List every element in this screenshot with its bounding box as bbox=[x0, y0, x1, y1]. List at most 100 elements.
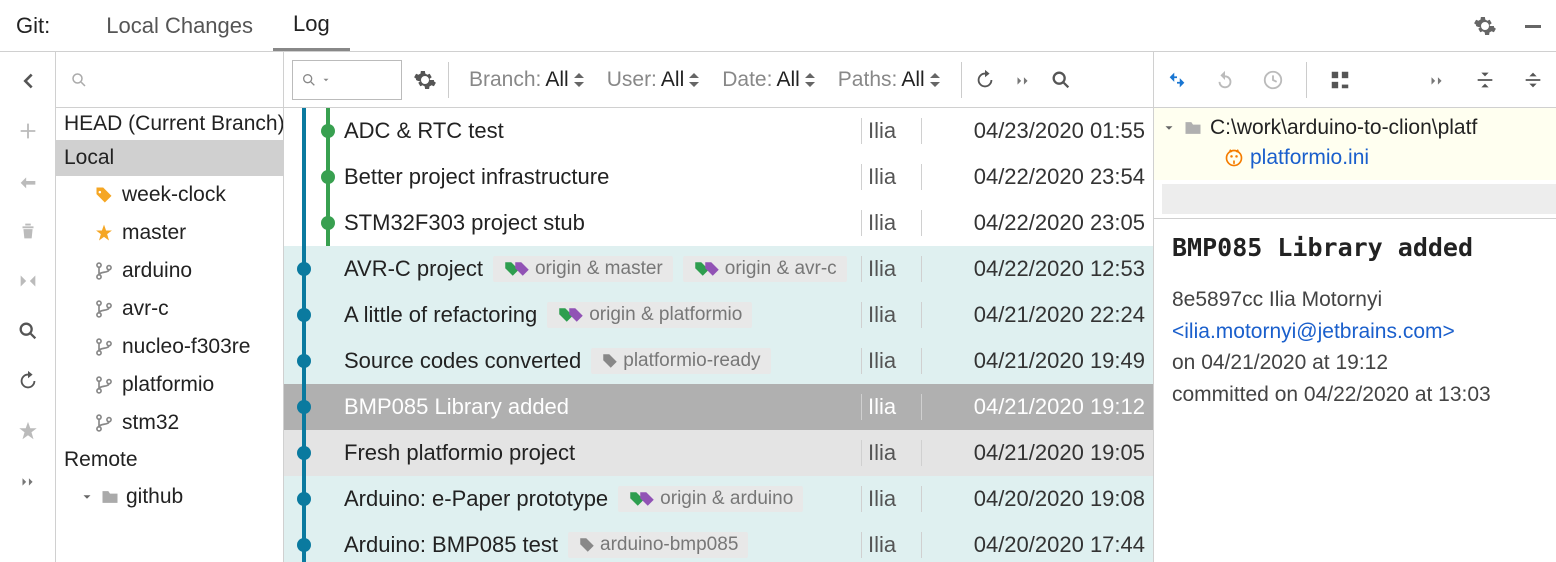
branch-group-local[interactable]: Local bbox=[56, 140, 283, 176]
more-icon[interactable] bbox=[13, 466, 43, 496]
commit-row[interactable]: A little of refactoring origin & platfor… bbox=[284, 292, 1153, 338]
branch-head[interactable]: HEAD (Current Branch) bbox=[56, 108, 283, 140]
git-label: Git: bbox=[16, 13, 50, 39]
tree-file[interactable]: platformio.ini bbox=[1162, 142, 1548, 174]
minimize-icon[interactable] bbox=[1518, 11, 1548, 41]
graph-col bbox=[284, 200, 344, 246]
branch-name: master bbox=[122, 221, 186, 245]
platformio-icon bbox=[1224, 148, 1244, 168]
commit-date: 04/20/2020 19:08 bbox=[921, 486, 1145, 512]
commit-msg: BMP085 Library added bbox=[344, 394, 861, 420]
add-icon[interactable] bbox=[13, 116, 43, 146]
branch-item-arduino[interactable]: arduino bbox=[56, 252, 283, 290]
group-icon[interactable] bbox=[1325, 65, 1355, 95]
branch-item-stm32[interactable]: stm32 bbox=[56, 404, 283, 442]
commit-row[interactable]: Better project infrastructureIlia04/22/2… bbox=[284, 154, 1153, 200]
branch-icon bbox=[94, 413, 114, 433]
branch-icon bbox=[94, 261, 114, 281]
branch-item-platformio[interactable]: platformio bbox=[56, 366, 283, 404]
commit-author: Ilia bbox=[861, 348, 921, 374]
expand-icon[interactable] bbox=[1470, 65, 1500, 95]
ref-tag[interactable]: origin & avr-c bbox=[683, 256, 847, 282]
commit-row[interactable]: STM32F303 project stubIlia04/22/2020 23:… bbox=[284, 200, 1153, 246]
details-toolbar bbox=[1154, 52, 1556, 108]
find-icon[interactable] bbox=[1046, 65, 1076, 95]
top-right bbox=[1470, 11, 1548, 41]
tree-folder-root[interactable]: C:\work\arduino-to-clion\platf bbox=[1162, 114, 1548, 142]
compare-icon[interactable] bbox=[1162, 65, 1192, 95]
chevron-down-icon bbox=[1162, 121, 1176, 135]
graph-col bbox=[284, 522, 344, 562]
scrollbar-track[interactable] bbox=[1162, 184, 1556, 214]
branch-item-master[interactable]: master bbox=[56, 214, 283, 252]
log-gear-icon[interactable] bbox=[410, 65, 440, 95]
commit-author: Ilia bbox=[861, 302, 921, 328]
tab-log[interactable]: Log bbox=[273, 0, 350, 51]
commit-row[interactable]: BMP085 Library addedIlia04/21/2020 19:12 bbox=[284, 384, 1153, 430]
log-search-input[interactable] bbox=[292, 60, 402, 100]
branch-panel: HEAD (Current Branch) Local week-clock ma… bbox=[56, 52, 284, 562]
refresh-icon[interactable] bbox=[13, 366, 43, 396]
graph-col bbox=[284, 430, 344, 476]
branch-search-input[interactable] bbox=[66, 63, 303, 97]
commit-msg: Better project infrastructure bbox=[344, 164, 861, 190]
branch-item-avr-c[interactable]: avr-c bbox=[56, 290, 283, 328]
commit-row[interactable]: Arduino: BMP085 test arduino-bmp085Ilia0… bbox=[284, 522, 1153, 562]
filters: Branch: All User: All Date: All Paths: A… bbox=[457, 68, 953, 92]
commit-meta: 8e5897cc Ilia Motornyi <ilia.motornyi@je… bbox=[1172, 284, 1538, 410]
branch-name: arduino bbox=[122, 259, 192, 283]
commit-date: 04/22/2020 23:54 bbox=[921, 164, 1145, 190]
collapse-icon[interactable] bbox=[1518, 65, 1548, 95]
commit-msg: STM32F303 project stub bbox=[344, 210, 861, 236]
star-icon bbox=[94, 223, 114, 243]
star-icon[interactable] bbox=[13, 416, 43, 446]
commit-row[interactable]: AVR-C project origin & master origin & a… bbox=[284, 246, 1153, 292]
commit-date: 04/23/2020 01:55 bbox=[921, 118, 1145, 144]
ref-tag[interactable]: platformio-ready bbox=[591, 348, 770, 374]
commit-row[interactable]: ADC & RTC testIlia04/23/2020 01:55 bbox=[284, 108, 1153, 154]
more-details-icon[interactable] bbox=[1422, 65, 1452, 95]
commit-date: 04/21/2020 19:05 bbox=[921, 440, 1145, 466]
ref-tag[interactable]: origin & platformio bbox=[547, 302, 752, 328]
ref-tag[interactable]: origin & arduino bbox=[618, 486, 803, 512]
commit-date: 04/22/2020 23:05 bbox=[921, 210, 1145, 236]
chevron-down-icon bbox=[80, 490, 94, 504]
commit-email[interactable]: <ilia.motornyi@jetbrains.com> bbox=[1172, 320, 1455, 343]
reload-icon[interactable] bbox=[970, 65, 1000, 95]
commit-row[interactable]: Source codes converted platformio-readyI… bbox=[284, 338, 1153, 384]
commit-date: 04/21/2020 19:12 bbox=[921, 394, 1145, 420]
filter-date[interactable]: Date: All bbox=[722, 68, 816, 92]
back-icon[interactable] bbox=[13, 66, 43, 96]
branch-icon bbox=[94, 375, 114, 395]
branch-item-nucleo-f303re[interactable]: nucleo-f303re bbox=[56, 328, 283, 366]
divider bbox=[1306, 62, 1307, 98]
tab-local-changes[interactable]: Local Changes bbox=[86, 0, 273, 51]
commit-author: Ilia bbox=[861, 440, 921, 466]
search-icon[interactable] bbox=[13, 316, 43, 346]
branch-item-week-clock[interactable]: week-clock bbox=[56, 176, 283, 214]
diff-icon[interactable] bbox=[13, 266, 43, 296]
commit-row[interactable]: Fresh platformio projectIlia04/21/2020 1… bbox=[284, 430, 1153, 476]
commit-msg: Fresh platformio project bbox=[344, 440, 861, 466]
history-icon[interactable] bbox=[1258, 65, 1288, 95]
remote-github[interactable]: github bbox=[56, 478, 283, 516]
commit-date: 04/20/2020 17:44 bbox=[921, 532, 1145, 558]
filter-paths[interactable]: Paths: All bbox=[838, 68, 941, 92]
filter-user[interactable]: User: All bbox=[607, 68, 701, 92]
more-actions-icon[interactable] bbox=[1008, 65, 1038, 95]
branch-name: week-clock bbox=[122, 183, 226, 207]
graph-col bbox=[284, 338, 344, 384]
branch-group-remote[interactable]: Remote bbox=[56, 442, 283, 478]
ref-tag[interactable]: origin & master bbox=[493, 256, 673, 282]
gear-icon[interactable] bbox=[1470, 11, 1500, 41]
delete-icon[interactable] bbox=[13, 216, 43, 246]
undo-icon[interactable] bbox=[1210, 65, 1240, 95]
filter-branch[interactable]: Branch: All bbox=[469, 68, 585, 92]
graph-col bbox=[284, 108, 344, 154]
ref-tag[interactable]: arduino-bmp085 bbox=[568, 532, 748, 558]
commit-date: 04/21/2020 22:24 bbox=[921, 302, 1145, 328]
branch-icon bbox=[94, 299, 114, 319]
commit-author: Ilia bbox=[861, 532, 921, 558]
merge-icon[interactable] bbox=[13, 166, 43, 196]
commit-row[interactable]: Arduino: e-Paper prototype origin & ardu… bbox=[284, 476, 1153, 522]
